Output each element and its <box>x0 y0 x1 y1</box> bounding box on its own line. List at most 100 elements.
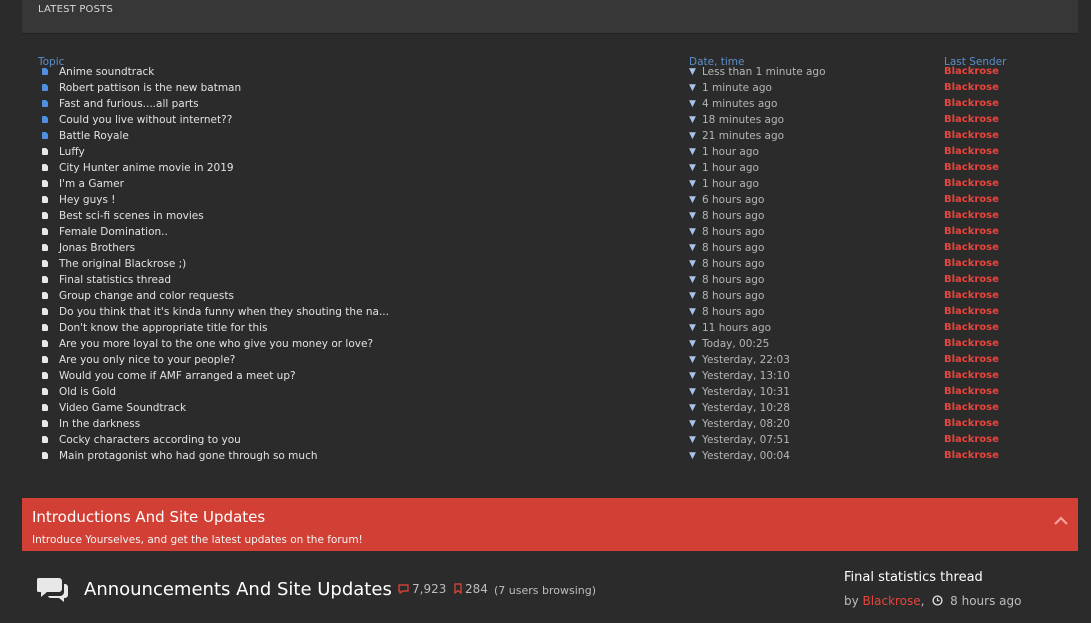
go-to-last-post-icon[interactable]: ▼ <box>689 384 696 400</box>
go-to-last-post-icon[interactable]: ▼ <box>689 352 696 368</box>
posts-count: 7,923 <box>398 582 446 596</box>
go-to-last-post-icon[interactable]: ▼ <box>689 176 696 192</box>
last-sender-link[interactable]: Blackrose <box>944 416 999 432</box>
last-sender-link[interactable]: Blackrose <box>944 336 999 352</box>
topic-link[interactable]: Fast and furious....all parts <box>59 96 199 112</box>
table-row: City Hunter anime movie in 2019 ▼ 1 hour a… <box>38 160 1078 176</box>
go-to-last-post-icon[interactable]: ▼ <box>689 128 696 144</box>
table-row: Jonas Brothers ▼ 8 hours ago Blackrose <box>38 240 1078 256</box>
last-sender-link[interactable]: Blackrose <box>944 240 999 256</box>
topic-link[interactable]: Luffy <box>59 144 85 160</box>
topic-link[interactable]: Old is Gold <box>59 384 116 400</box>
go-to-last-post-icon[interactable]: ▼ <box>689 400 696 416</box>
document-icon <box>42 180 48 187</box>
topic-link[interactable]: Do you think that it's kinda funny when … <box>59 304 389 320</box>
last-sender-link[interactable]: Blackrose <box>944 352 999 368</box>
users-browsing[interactable]: (7 users browsing) <box>494 584 596 597</box>
last-sender-link[interactable]: Blackrose <box>944 256 999 272</box>
go-to-last-post-icon[interactable]: ▼ <box>689 320 696 336</box>
topics-count-value: 284 <box>465 582 488 596</box>
go-to-last-post-icon[interactable]: ▼ <box>689 240 696 256</box>
last-sender-link[interactable]: Blackrose <box>944 304 999 320</box>
topic-link[interactable]: Would you come if AMF arranged a meet up… <box>59 368 296 384</box>
go-to-last-post-icon[interactable]: ▼ <box>689 272 696 288</box>
go-to-last-post-icon[interactable]: ▼ <box>689 96 696 112</box>
go-to-last-post-icon[interactable]: ▼ <box>689 288 696 304</box>
topic-link[interactable]: The original Blackrose ;) <box>59 256 186 272</box>
go-to-last-post-icon[interactable]: ▼ <box>689 256 696 272</box>
go-to-last-post-icon[interactable]: ▼ <box>689 208 696 224</box>
last-sender-link[interactable]: Blackrose <box>944 64 999 80</box>
topic-link[interactable]: Battle Royale <box>59 128 129 144</box>
go-to-last-post-icon[interactable]: ▼ <box>689 80 696 96</box>
collapse-toggle-icon[interactable] <box>1054 510 1068 529</box>
last-sender-link[interactable]: Blackrose <box>944 448 999 464</box>
last-post-time: 8 hours ago <box>950 594 1022 608</box>
go-to-last-post-icon[interactable]: ▼ <box>689 224 696 240</box>
last-sender-link[interactable]: Blackrose <box>944 80 999 96</box>
table-row: Video Game Soundtrack ▼ Yesterday, 10:28 Bl… <box>38 400 1078 416</box>
last-sender-link[interactable]: Blackrose <box>944 128 999 144</box>
last-sender-link[interactable]: Blackrose <box>944 288 999 304</box>
table-row: Hey guys ! ▼ 6 hours ago Blackrose <box>38 192 1078 208</box>
topic-link[interactable]: Are you only nice to your people? <box>59 352 235 368</box>
last-sender-link[interactable]: Blackrose <box>944 320 999 336</box>
topic-link[interactable]: City Hunter anime movie in 2019 <box>59 160 234 176</box>
last-sender-link[interactable]: Blackrose <box>944 112 999 128</box>
go-to-last-post-icon[interactable]: ▼ <box>689 336 696 352</box>
topic-link[interactable]: Are you more loyal to the one who give y… <box>59 336 373 352</box>
topic-link[interactable]: Anime soundtrack <box>59 64 154 80</box>
post-time: Less than 1 minute ago <box>702 66 826 78</box>
topic-link[interactable]: In the darkness <box>59 416 140 432</box>
go-to-last-post-icon[interactable]: ▼ <box>689 192 696 208</box>
category-title[interactable]: Introductions And Site Updates <box>32 508 265 526</box>
last-sender-link[interactable]: Blackrose <box>944 224 999 240</box>
topics-count: 284 <box>454 582 488 596</box>
post-time: Yesterday, 22:03 <box>702 354 790 366</box>
go-to-last-post-icon[interactable]: ▼ <box>689 304 696 320</box>
table-row: Fast and furious....all parts ▼ 4 minutes … <box>38 96 1078 112</box>
topic-link[interactable]: I'm a Gamer <box>59 176 124 192</box>
go-to-last-post-icon[interactable]: ▼ <box>689 448 696 464</box>
post-time: 8 hours ago <box>702 274 765 286</box>
topic-link[interactable]: Jonas Brothers <box>59 240 135 256</box>
topic-link[interactable]: Hey guys ! <box>59 192 115 208</box>
topic-link[interactable]: Robert pattison is the new batman <box>59 80 241 96</box>
last-sender-link[interactable]: Blackrose <box>944 368 999 384</box>
go-to-last-post-icon[interactable]: ▼ <box>689 160 696 176</box>
go-to-last-post-icon[interactable]: ▼ <box>689 432 696 448</box>
topic-link[interactable]: Main protagonist who had gone through so… <box>59 448 318 464</box>
topic-link[interactable]: Female Domination.. <box>59 224 168 240</box>
topic-link[interactable]: Video Game Soundtrack <box>59 400 186 416</box>
post-time: 8 hours ago <box>702 226 765 238</box>
go-to-last-post-icon[interactable]: ▼ <box>689 64 696 80</box>
topic-link[interactable]: Group change and color requests <box>59 288 234 304</box>
topic-link[interactable]: Best sci-fi scenes in movies <box>59 208 204 224</box>
new-post-document-icon <box>42 132 48 139</box>
topic-link[interactable]: Final statistics thread <box>59 272 171 288</box>
go-to-last-post-icon[interactable]: ▼ <box>689 368 696 384</box>
latest-posts-title: LATEST POSTS <box>38 4 114 15</box>
last-sender-link[interactable]: Blackrose <box>944 208 999 224</box>
topic-link[interactable]: Could you live without internet?? <box>59 112 232 128</box>
last-sender-link[interactable]: Blackrose <box>944 96 999 112</box>
topic-link[interactable]: Cocky characters according to you <box>59 432 241 448</box>
last-sender-link[interactable]: Blackrose <box>944 192 999 208</box>
go-to-last-post-icon[interactable]: ▼ <box>689 112 696 128</box>
clock-icon <box>932 595 943 606</box>
document-icon <box>42 260 48 267</box>
last-sender-link[interactable]: Blackrose <box>944 400 999 416</box>
last-sender-link[interactable]: Blackrose <box>944 272 999 288</box>
topic-link[interactable]: Don't know the appropriate title for thi… <box>59 320 267 336</box>
last-sender-link[interactable]: Blackrose <box>944 160 999 176</box>
forum-title[interactable]: Announcements And Site Updates <box>84 579 392 600</box>
go-to-last-post-icon[interactable]: ▼ <box>689 416 696 432</box>
go-to-last-post-icon[interactable]: ▼ <box>689 144 696 160</box>
last-sender-link[interactable]: Blackrose <box>944 144 999 160</box>
last-sender-link[interactable]: Blackrose <box>944 432 999 448</box>
last-sender-link[interactable]: Blackrose <box>944 384 999 400</box>
last-sender-link[interactable]: Blackrose <box>944 176 999 192</box>
last-post-user[interactable]: Blackrose <box>863 594 921 608</box>
last-post-title[interactable]: Final statistics thread <box>844 570 983 585</box>
new-post-document-icon <box>42 100 48 107</box>
